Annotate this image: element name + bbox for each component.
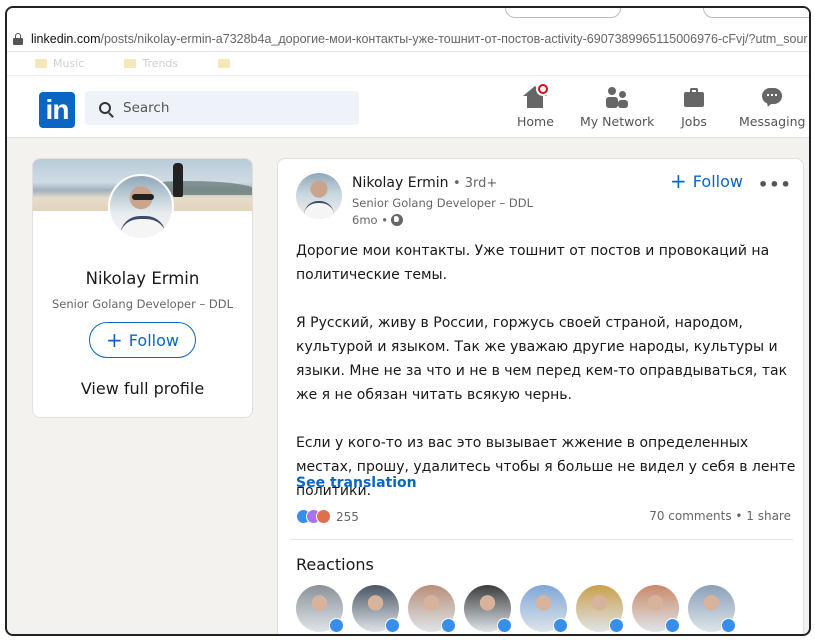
like-icon	[385, 618, 400, 633]
post-paragraph: Я Русский, живу в России, горжусь своей …	[296, 315, 788, 403]
browser-tab[interactable]	[703, 8, 809, 18]
author-name[interactable]: Nikolay Ermin • 3rd+	[352, 175, 497, 191]
notification-badge	[536, 82, 551, 96]
reactor-avatar[interactable]	[576, 585, 624, 633]
like-icon	[665, 618, 680, 633]
browser-window: linkedin.com/posts/nikolay-ermin-a7328b4…	[5, 6, 811, 636]
like-icon	[553, 618, 568, 633]
profile-headline: Senior Golang Developer – DDL	[51, 297, 234, 311]
search-box[interactable]	[85, 91, 359, 125]
author-headline: Senior Golang Developer – DDL	[352, 196, 534, 210]
follow-button[interactable]: + Follow	[89, 322, 196, 358]
like-icon	[497, 618, 512, 633]
reactor-avatar[interactable]	[632, 585, 680, 633]
like-icon	[609, 618, 624, 633]
profile-name[interactable]: Nikolay Ermin	[33, 269, 252, 288]
globe-icon	[391, 214, 403, 226]
like-icon	[441, 618, 456, 633]
folder-icon	[124, 59, 137, 68]
tab-strip	[7, 8, 809, 26]
nav-my-network[interactable]: My Network	[580, 86, 654, 129]
reactions-heading: Reactions	[296, 555, 374, 574]
nav-network-label: My Network	[580, 114, 655, 129]
author-avatar[interactable]	[296, 173, 342, 219]
reactor-avatar[interactable]	[520, 585, 568, 633]
comments-share-count[interactable]: 70 comments • 1 share	[649, 509, 791, 523]
reactor-avatar[interactable]	[464, 585, 512, 633]
plus-icon: +	[670, 169, 687, 193]
love-icon	[316, 509, 331, 524]
plus-icon: +	[106, 328, 123, 352]
home-icon	[522, 82, 551, 110]
like-icon	[721, 618, 736, 633]
nav-home[interactable]: Home	[517, 82, 554, 129]
search-icon	[99, 102, 111, 114]
nav-jobs-label: Jobs	[681, 114, 707, 129]
message-icon	[759, 86, 785, 110]
post-timestamp: 6mo •	[352, 213, 403, 227]
folder-icon	[218, 59, 231, 68]
connection-degree: • 3rd+	[452, 176, 498, 191]
post-card: Nikolay Ermin • 3rd+ Senior Golang Devel…	[277, 158, 804, 634]
see-translation-link[interactable]: See translation	[296, 475, 417, 491]
briefcase-icon	[681, 86, 707, 110]
reactor-avatar[interactable]	[688, 585, 736, 633]
reactor-avatar[interactable]	[408, 585, 456, 633]
profile-card: Nikolay Ermin Senior Golang Developer – …	[32, 158, 253, 418]
people-icon	[604, 86, 630, 110]
like-icon	[329, 618, 344, 633]
address-bar[interactable]: linkedin.com/posts/nikolay-ermin-a7328b4…	[7, 26, 809, 52]
reactor-avatar[interactable]	[296, 585, 344, 633]
lock-icon	[13, 32, 23, 45]
view-full-profile-link[interactable]: View full profile	[33, 379, 252, 398]
nav-messaging-label: Messaging	[739, 114, 806, 129]
avatar[interactable]	[108, 174, 174, 240]
nav-messaging[interactable]: Messaging	[739, 86, 805, 129]
more-options-icon[interactable]: •••	[758, 175, 792, 194]
nav-jobs[interactable]: Jobs	[681, 86, 707, 129]
search-input[interactable]	[123, 100, 323, 116]
reaction-summary[interactable]: 255	[296, 509, 359, 524]
divider	[290, 539, 793, 540]
linkedin-header: in Home My Network Jobs Messaging	[7, 76, 809, 138]
url-text[interactable]: linkedin.com/posts/nikolay-ermin-a7328b4…	[31, 32, 808, 46]
nav-home-label: Home	[517, 114, 554, 129]
post-paragraph: Если у кого-то из вас это вызывает жжени…	[296, 435, 796, 499]
reactor-avatar[interactable]	[352, 585, 400, 633]
post-paragraph: Дорогие мои контакты. Уже тошнит от пост…	[296, 243, 770, 283]
linkedin-logo[interactable]: in	[39, 92, 75, 128]
bookmarks-bar: Music Trends	[7, 52, 809, 76]
browser-tab[interactable]	[505, 8, 621, 18]
bookmark-trends[interactable]: Trends	[124, 57, 178, 70]
reaction-icons	[296, 509, 331, 524]
folder-icon	[35, 59, 47, 68]
bookmark-item[interactable]	[218, 59, 231, 68]
reactor-avatars	[296, 585, 736, 633]
bookmark-music[interactable]: Music	[35, 57, 84, 70]
reaction-count: 255	[336, 509, 359, 524]
post-follow-button[interactable]: + Follow	[670, 171, 743, 191]
